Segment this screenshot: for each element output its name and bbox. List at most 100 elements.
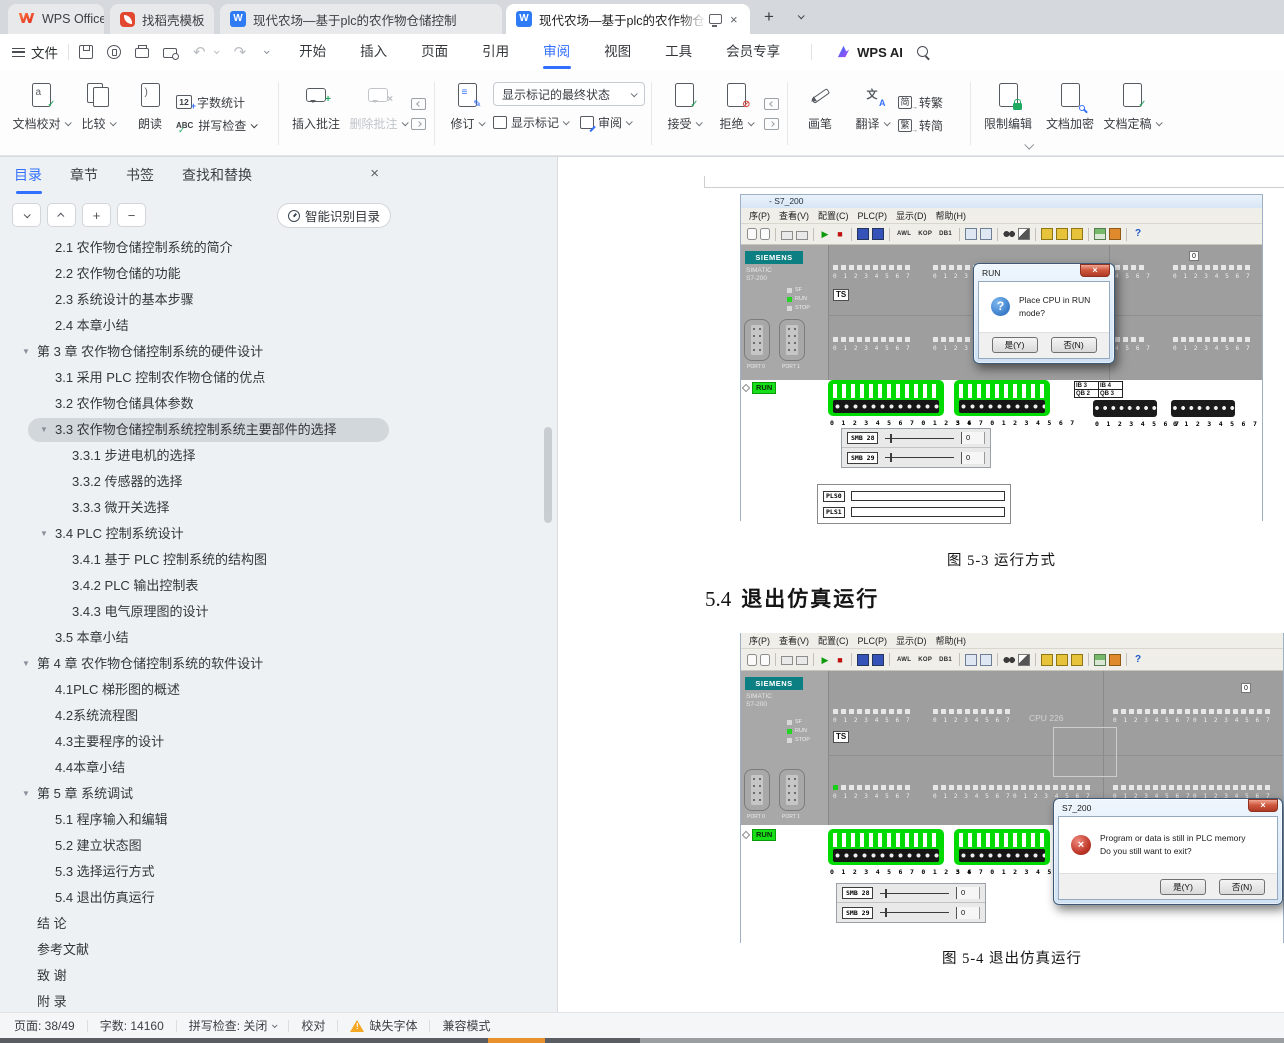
- undo-chevron-icon[interactable]: [213, 48, 220, 55]
- word-count-indicator[interactable]: 字数: 14160: [100, 1017, 164, 1034]
- sim-toolbar-stop-icon[interactable]: ■: [834, 654, 846, 666]
- redo-button[interactable]: ↷: [234, 43, 247, 61]
- sim-toolbar-prn-icon[interactable]: [781, 656, 793, 665]
- sim-toolbar-doc-icon[interactable]: [760, 228, 770, 240]
- sidebar-tab-find-replace[interactable]: 查找和替换: [182, 165, 252, 194]
- sim-toolbar-help-icon[interactable]: ?: [1132, 228, 1144, 240]
- word-count-button[interactable]: 12 字数统计: [176, 94, 272, 112]
- wps-ai-button[interactable]: WPS AI: [836, 45, 903, 60]
- sim-toolbar-doc-icon[interactable]: [747, 228, 757, 240]
- toc-item[interactable]: 5.3 选择运行方式: [0, 859, 557, 885]
- export-button[interactable]: [107, 45, 121, 59]
- toc-item[interactable]: 3.2 农作物仓储具体参数: [0, 391, 557, 417]
- review-pane-button[interactable]: 审阅: [580, 114, 633, 131]
- doc-proof-button[interactable]: a ✓ 文档校对: [10, 76, 72, 151]
- tab-list-chevron-icon[interactable]: [797, 12, 805, 20]
- close-tab-icon[interactable]: ×: [730, 13, 738, 26]
- sim-toolbar-ch-icon[interactable]: [1094, 653, 1107, 666]
- toc-item[interactable]: 参考文献: [0, 937, 557, 963]
- menu-tab-视图[interactable]: 视图: [587, 34, 648, 70]
- sim-toolbar-prn-icon[interactable]: [796, 230, 808, 240]
- sim-toolbar-mon-icon[interactable]: [857, 228, 869, 240]
- sim-toolbar-stop-icon[interactable]: ■: [834, 228, 846, 240]
- sim-menu-item[interactable]: 查看(V): [779, 209, 809, 222]
- menu-tab-引用[interactable]: 引用: [465, 34, 526, 70]
- sim-toolbar-lk-icon[interactable]: [1056, 653, 1069, 666]
- insert-comment-button[interactable]: + 插入批注: [285, 76, 347, 151]
- ink-pen-button[interactable]: 画笔: [794, 76, 846, 151]
- menu-tab-审阅[interactable]: 审阅: [526, 34, 587, 70]
- sim-toolbar-lad-icon[interactable]: [965, 653, 978, 666]
- toc-item[interactable]: 附 录: [0, 989, 557, 1008]
- sim-toolbar-lad-icon[interactable]: [980, 653, 993, 666]
- sidebar-scrollbar[interactable]: [544, 427, 552, 523]
- sim-toolbar-lk-icon[interactable]: [1041, 228, 1054, 240]
- proofread-button[interactable]: 校对: [301, 1017, 325, 1034]
- save-button[interactable]: [79, 45, 93, 59]
- toc-item[interactable]: 2.2 农作物仓储的功能: [0, 261, 557, 287]
- toc-item[interactable]: 2.3 系统设计的基本步骤: [0, 287, 557, 313]
- dialog-close-icon[interactable]: ×: [1080, 264, 1110, 277]
- toc-item[interactable]: 5.2 建立状态图: [0, 833, 557, 859]
- dialog-close-icon[interactable]: ×: [1248, 799, 1278, 812]
- page-indicator[interactable]: 页面: 38/49: [14, 1017, 75, 1034]
- menu-tab-开始[interactable]: 开始: [282, 34, 343, 70]
- sim-toolbar-label[interactable]: AWL: [895, 231, 913, 237]
- sim-toolbar-bt-icon[interactable]: [1109, 653, 1122, 666]
- toc-item[interactable]: 4.3主要程序的设计: [0, 729, 557, 755]
- toc-item[interactable]: 4.4本章小结: [0, 755, 557, 781]
- smb28-slider[interactable]: [880, 888, 949, 899]
- menu-tab-工具[interactable]: 工具: [648, 34, 709, 70]
- no-button[interactable]: 否(N): [1219, 878, 1265, 895]
- smb29-slider[interactable]: [880, 907, 949, 918]
- sim-toolbar-prn-icon[interactable]: [796, 656, 808, 665]
- toc-item[interactable]: 4.2系统流程图: [0, 703, 557, 729]
- track-changes-button[interactable]: ≡ ✎ 修订: [441, 76, 493, 151]
- toc-item[interactable]: 3.4.1 基于 PLC 控制系统的结构图: [0, 547, 557, 573]
- toc-collapse-icon[interactable]: ▼: [40, 417, 48, 443]
- next-change-icon[interactable]: [764, 117, 779, 130]
- toc-item[interactable]: 3.1 采用 PLC 控制农作物仓储的优点: [0, 365, 557, 391]
- read-aloud-button[interactable]: ) 朗读: [124, 76, 176, 151]
- tab-docer-template[interactable]: 找稻壳模板: [110, 4, 214, 34]
- sim-toolbar-bin-icon[interactable]: [1003, 653, 1016, 666]
- sim-toolbar-play-icon[interactable]: ▶: [819, 654, 831, 666]
- sim-menu-item[interactable]: 帮助(H): [936, 209, 967, 222]
- menu-tab-插入[interactable]: 插入: [343, 34, 404, 70]
- sidebar-tab-toc[interactable]: 目录: [14, 165, 42, 194]
- toc-item[interactable]: 2.4 本章小结: [0, 313, 557, 339]
- spellcheck-status[interactable]: 拼写检查: 关闭: [189, 1017, 278, 1034]
- sim-toolbar-cur-icon[interactable]: [1018, 228, 1031, 240]
- toc-item[interactable]: ▼ 第 5 章 系统调试: [0, 781, 557, 807]
- sim-toolbar-ch-icon[interactable]: [1094, 228, 1107, 240]
- sim-menu-item[interactable]: 配置(C): [818, 209, 849, 222]
- sim-toolbar-mon-icon[interactable]: [872, 653, 884, 666]
- compare-button[interactable]: 比较: [72, 76, 124, 151]
- toc-item[interactable]: 3.3.3 微开关选择: [0, 495, 557, 521]
- missing-font-warning[interactable]: 缺失字体: [350, 1017, 417, 1034]
- tab-document-1[interactable]: W 现代农场—基于plc的农作物仓储控制: [220, 4, 502, 34]
- sim-menu-item[interactable]: 显示(D): [896, 209, 927, 222]
- sim-toolbar-mon-icon[interactable]: [872, 228, 884, 240]
- file-menu-button[interactable]: 文件: [12, 42, 58, 62]
- sim-toolbar-doc-icon[interactable]: [760, 653, 770, 666]
- encrypt-document-button[interactable]: 文档加密: [1039, 76, 1101, 151]
- sim-toolbar-label[interactable]: KOP: [916, 657, 934, 663]
- toc-item[interactable]: 5.1 程序输入和编辑: [0, 807, 557, 833]
- sidebar-tab-chapters[interactable]: 章节: [70, 165, 98, 194]
- toc-item[interactable]: 3.3.2 传感器的选择: [0, 469, 557, 495]
- sim-toolbar-bt-icon[interactable]: [1109, 228, 1122, 240]
- finalize-document-button[interactable]: ✓ 文档定稿: [1101, 76, 1163, 151]
- delete-comment-button[interactable]: × 删除批注: [347, 76, 409, 151]
- markup-state-select[interactable]: 显示标记的最终状态: [493, 82, 645, 106]
- sim-toolbar-mon-icon[interactable]: [857, 653, 869, 666]
- toc-item[interactable]: 5.4 退出仿真运行: [0, 885, 557, 911]
- sim-toolbar-lad-icon[interactable]: [980, 228, 993, 240]
- search-icon[interactable]: [916, 46, 929, 58]
- sim-menu-item[interactable]: 序(P): [749, 209, 770, 222]
- show-markup-button[interactable]: 显示标记: [493, 114, 570, 131]
- sim-menu-item[interactable]: 帮助(H): [936, 634, 967, 647]
- print-preview-button[interactable]: [163, 48, 179, 60]
- sim-toolbar-prn-icon[interactable]: [781, 230, 793, 240]
- sim-toolbar-lk-icon[interactable]: [1071, 653, 1084, 666]
